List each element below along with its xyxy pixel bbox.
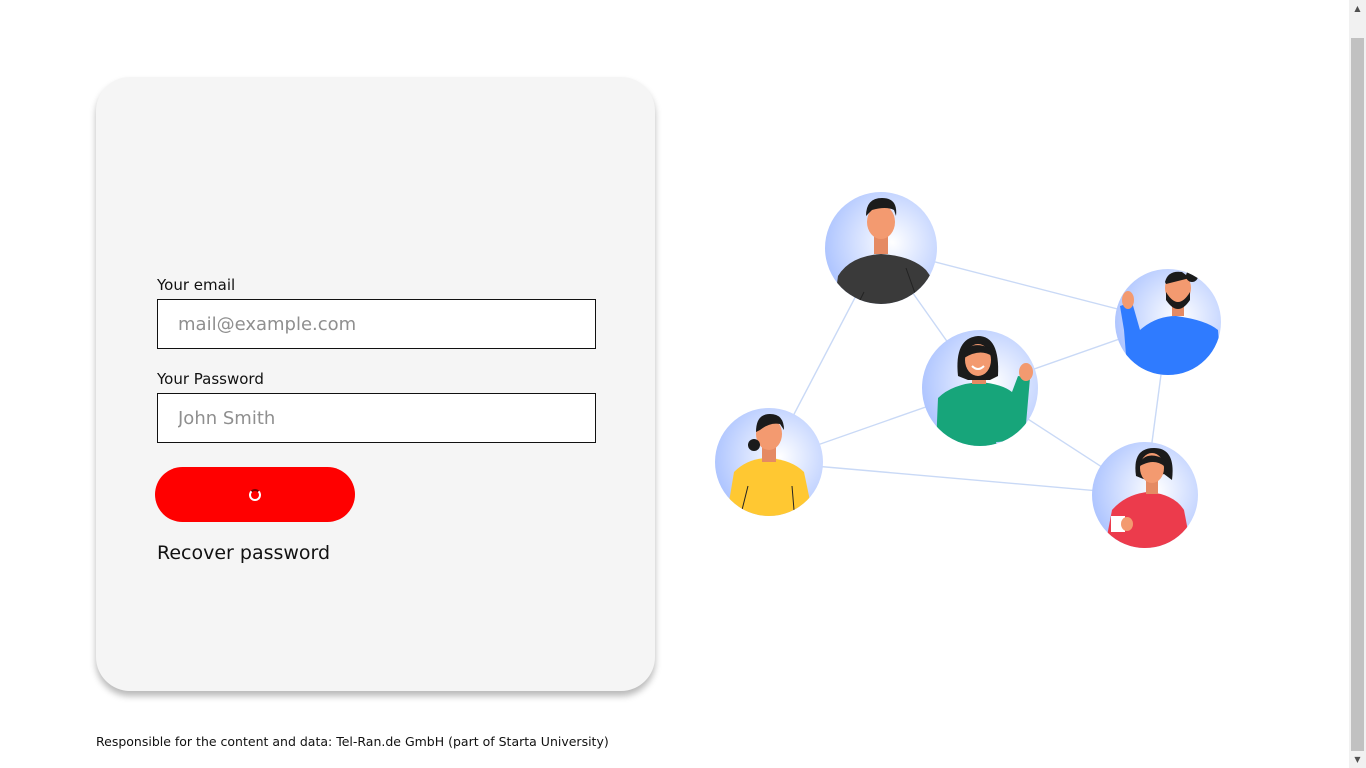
email-label: Your email [157, 276, 236, 294]
person-avatar-1 [825, 192, 937, 304]
person-avatar-5 [1092, 442, 1198, 548]
loading-spinner-icon [249, 488, 261, 501]
chevron-down-icon[interactable]: ▼ [1349, 751, 1366, 768]
chevron-up-icon[interactable]: ▲ [1349, 0, 1366, 17]
password-field[interactable] [157, 393, 596, 443]
footer-note: Responsible for the content and data: Te… [96, 734, 609, 749]
scrollbar-thumb[interactable] [1351, 38, 1364, 751]
password-label: Your Password [157, 370, 264, 388]
login-page: Your email Your Password Recover passwor… [0, 0, 1366, 768]
recover-password-link[interactable]: Recover password [157, 542, 330, 564]
person-avatar-2 [1115, 269, 1221, 375]
login-button[interactable] [155, 467, 355, 522]
person-avatar-4 [715, 408, 823, 516]
people-network-illustration [715, 192, 1221, 548]
vertical-scrollbar[interactable]: ▲ ▼ [1349, 0, 1366, 768]
person-avatar-3 [922, 330, 1038, 446]
email-field[interactable] [157, 299, 596, 349]
